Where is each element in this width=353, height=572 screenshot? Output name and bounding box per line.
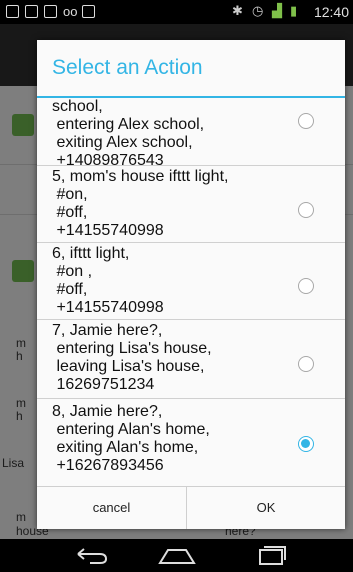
image-icon — [25, 5, 38, 18]
action-item-line: exiting Alan's home, — [52, 439, 199, 456]
ok-button[interactable]: OK — [187, 487, 345, 529]
action-item-line: exiting Alex school, — [52, 134, 193, 151]
gmail-icon — [44, 5, 57, 18]
signal-icon: ▟ — [272, 3, 282, 18]
action-item-line: +14155740998 — [52, 222, 164, 239]
back-button[interactable] — [62, 539, 122, 572]
radio-button[interactable] — [298, 356, 314, 372]
action-item-line: 7, Jamie here?, — [52, 322, 163, 339]
action-item-line: 6, ifttt light, — [52, 245, 130, 262]
bluetooth-icon: ✱ — [232, 3, 243, 18]
recent-apps-button[interactable] — [240, 539, 300, 572]
voicemail-icon: oo — [63, 4, 78, 19]
recent-apps-icon — [259, 546, 286, 565]
action-item-line: 16269751234 — [52, 376, 155, 393]
action-item-line: #on, — [52, 186, 88, 203]
radio-button[interactable] — [298, 278, 314, 294]
action-list[interactable]: school, entering Alex school, exiting Al… — [37, 98, 345, 484]
screenshot-icon — [6, 5, 19, 18]
action-item[interactable]: 6, ifttt light, #on , #off, +14155740998 — [37, 243, 345, 320]
action-item-line: 5, mom's house ifttt light, — [52, 168, 229, 185]
radio-button[interactable] — [298, 113, 314, 129]
action-item-line: #off, — [52, 204, 88, 221]
action-item-line: leaving Lisa's house, — [52, 358, 205, 375]
action-item-line: school, — [52, 98, 103, 115]
cancel-button[interactable]: cancel — [37, 487, 187, 529]
radio-button-selected[interactable] — [298, 436, 314, 452]
back-icon — [77, 548, 108, 564]
dialog-button-bar: cancel OK — [37, 486, 345, 529]
dialog-title: Select an Action — [52, 56, 203, 79]
action-item-line: +14155740998 — [52, 299, 164, 316]
battery-icon: ▮ — [290, 3, 298, 18]
action-item-line: 8, Jamie here?, — [52, 403, 163, 420]
status-clock: 12:40 — [313, 4, 349, 20]
action-item[interactable]: 8, Jamie here?, entering Alan's home, ex… — [37, 399, 345, 484]
status-bar: oo ✱ ◷ ▟ ▮ 12:40 — [0, 0, 353, 24]
action-item[interactable]: 7, Jamie here?, entering Lisa's house, l… — [37, 320, 345, 399]
action-item-line: #on , — [52, 263, 93, 280]
action-item-line: entering Alex school, — [52, 116, 205, 133]
briefcase-icon — [82, 5, 95, 18]
action-item-line: entering Alan's home, — [52, 421, 210, 438]
select-action-dialog: Select an Action school, entering Alex s… — [37, 40, 345, 529]
home-button[interactable] — [147, 539, 207, 572]
radio-button[interactable] — [298, 202, 314, 218]
navigation-bar — [0, 539, 353, 572]
action-item[interactable]: 5, mom's house ifttt light, #on, #off, +… — [37, 166, 345, 243]
alarm-icon: ◷ — [252, 3, 264, 18]
action-item-line: #off, — [52, 281, 88, 298]
home-icon — [158, 549, 196, 564]
action-item[interactable]: school, entering Alex school, exiting Al… — [37, 98, 345, 169]
action-item-line: +16267893456 — [52, 457, 164, 474]
action-item-line: entering Lisa's house, — [52, 340, 212, 357]
